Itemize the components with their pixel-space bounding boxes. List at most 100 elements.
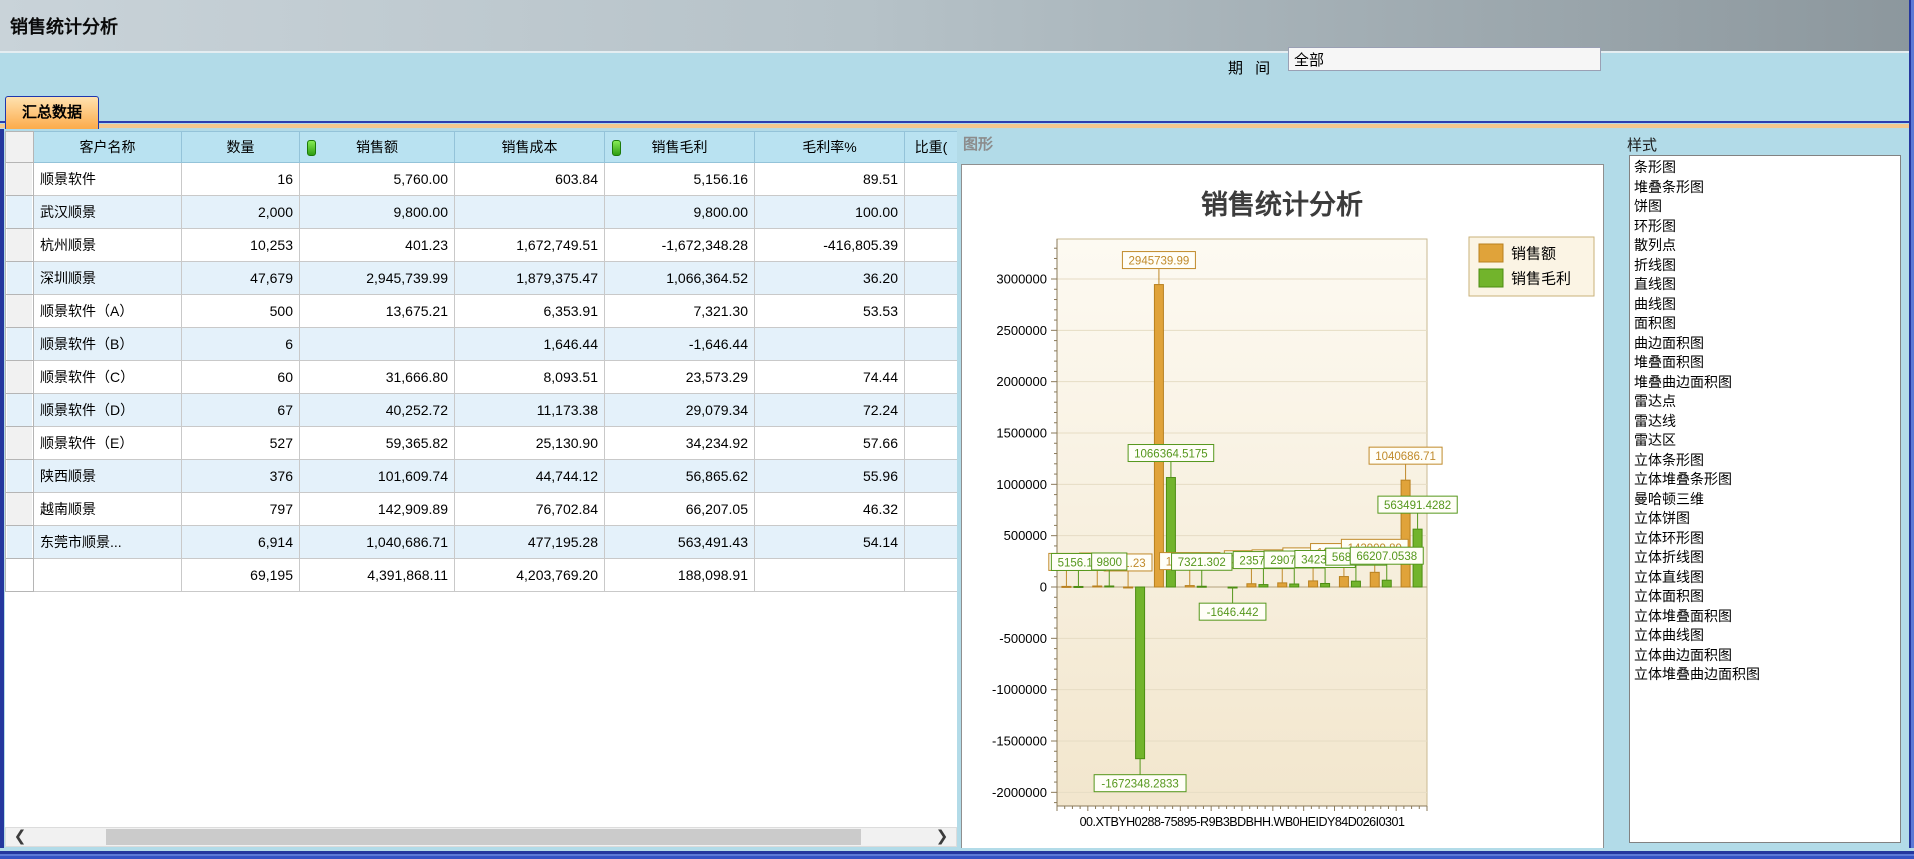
cell-profit: -1,672,348.28 [605,229,755,262]
table-row[interactable]: 杭州顺景10,253401.231,672,749.51-1,672,348.2… [6,229,958,262]
style-option-23[interactable]: 立体堆叠面积图 [1634,607,1900,627]
style-option-25[interactable]: 立体曲边面积图 [1634,646,1900,666]
cell-profit: 9,800.00 [605,196,755,229]
cell-profit: 23,573.29 [605,361,755,394]
column-header-0[interactable]: 客户名称 [34,132,182,163]
cell-margin: 57.66 [755,427,905,460]
style-option-15[interactable]: 立体条形图 [1634,451,1900,471]
scroll-left-button[interactable]: ❮ [8,828,32,846]
cell-margin [755,328,905,361]
row-header[interactable] [6,196,34,229]
style-option-24[interactable]: 立体曲线图 [1634,626,1900,646]
style-option-2[interactable]: 饼图 [1634,197,1900,217]
table-row[interactable]: 顺景软件（B）61,646.44-1,646.44 [6,328,958,361]
bar-销售额-1 [1093,586,1102,587]
style-option-1[interactable]: 堆叠条形图 [1634,178,1900,198]
table-row[interactable]: 顺景软件（D）6740,252.7211,173.3829,079.3472.2… [6,394,958,427]
style-option-16[interactable]: 立体堆叠条形图 [1634,470,1900,490]
cell-qty: 16 [182,163,300,196]
style-option-20[interactable]: 立体折线图 [1634,548,1900,568]
svg-text:-2000000: -2000000 [992,785,1047,800]
cell-qty: 47,679 [182,262,300,295]
table-row[interactable]: 武汉顺景2,0009,800.009,800.00100.00 [6,196,958,229]
svg-text:7321.302: 7321.302 [1178,557,1226,569]
table-row[interactable]: 顺景软件（A）50013,675.216,353.917,321.3053.53 [6,295,958,328]
style-option-12[interactable]: 雷达点 [1634,392,1900,412]
table-row[interactable]: 越南顺景797142,909.8976,702.8466,207.0546.32 [6,493,958,526]
legend-swatch-销售额 [1479,244,1503,262]
style-option-14[interactable]: 雷达区 [1634,431,1900,451]
column-header-6[interactable]: 比重( [905,132,958,163]
style-option-10[interactable]: 堆叠面积图 [1634,353,1900,373]
style-option-11[interactable]: 堆叠曲边面积图 [1634,373,1900,393]
style-option-0[interactable]: 条形图 [1634,158,1900,178]
cell-margin: 72.24 [755,394,905,427]
bar-销售毛利-6 [1259,585,1268,587]
row-header[interactable] [6,229,34,262]
style-option-17[interactable]: 曼哈顿三维 [1634,490,1900,510]
table-row[interactable]: 顺景软件（C）6031,666.808,093.5123,573.2974.44 [6,361,958,394]
row-header[interactable] [6,427,34,460]
row-header[interactable] [6,295,34,328]
scroll-right-button[interactable]: ❯ [930,828,954,846]
column-header-4[interactable]: 销售毛利 [605,132,755,163]
style-option-13[interactable]: 雷达线 [1634,412,1900,432]
row-header[interactable] [6,460,34,493]
row-header[interactable] [6,361,34,394]
style-option-4[interactable]: 散列点 [1634,236,1900,256]
style-option-9[interactable]: 曲边面积图 [1634,334,1900,354]
style-option-26[interactable]: 立体堆叠曲边面积图 [1634,665,1900,685]
column-header-5[interactable]: 毛利率% [755,132,905,163]
cell-profit: 34,234.92 [605,427,755,460]
style-option-18[interactable]: 立体饼图 [1634,509,1900,529]
cell-margin: 55.96 [755,460,905,493]
row-header[interactable] [6,493,34,526]
table-row[interactable]: 顺景软件165,760.00603.845,156.1689.51 [6,163,958,196]
style-option-3[interactable]: 环形图 [1634,217,1900,237]
column-header-1[interactable]: 数量 [182,132,300,163]
table-row[interactable]: 深圳顺景47,6792,945,739.991,879,375.471,066,… [6,262,958,295]
chart-style-listbox[interactable]: 条形图堆叠条形图饼图环形图散列点折线图直线图曲线图面积图曲边面积图堆叠面积图堆叠… [1629,155,1901,843]
period-input[interactable] [1288,47,1601,71]
bar-销售额-7 [1278,583,1287,587]
cell-ratio [905,328,958,361]
style-option-7[interactable]: 曲线图 [1634,295,1900,315]
style-option-6[interactable]: 直线图 [1634,275,1900,295]
table-row[interactable]: 陕西顺景376101,609.7444,744.1256,865.6255.96 [6,460,958,493]
row-header[interactable] [6,163,34,196]
row-header[interactable] [6,559,34,592]
scrollbar-thumb[interactable] [106,829,861,845]
style-option-5[interactable]: 折线图 [1634,256,1900,276]
row-header[interactable] [6,526,34,559]
cell-sales: 101,609.74 [300,460,455,493]
column-header-2[interactable]: 销售额 [300,132,455,163]
svg-text:500000: 500000 [1004,528,1047,543]
row-header[interactable] [6,262,34,295]
row-header[interactable] [6,328,34,361]
summary-table-panel: 客户名称数量销售额销售成本销售毛利毛利率%比重( 顺景软件165,760.006… [5,131,957,827]
style-option-19[interactable]: 立体环形图 [1634,529,1900,549]
cell-cost: 4,203,769.20 [455,559,605,592]
bar-销售毛利-8 [1321,583,1330,587]
cell-ratio [905,163,958,196]
window-bottom-border [0,848,1914,859]
cell-ratio [905,196,958,229]
svg-text:销售统计分析: 销售统计分析 [1201,189,1363,220]
window-right-border [1909,0,1914,859]
cell-ratio [905,526,958,559]
horizontal-scrollbar[interactable]: ❮ ❯ [5,827,957,847]
cell-ratio [905,427,958,460]
style-option-8[interactable]: 面积图 [1634,314,1900,334]
cell-ratio [905,262,958,295]
tab-summary-data[interactable]: 汇总数据 [5,96,99,129]
table-total-row[interactable]: 69,1954,391,868.114,203,769.20188,098.91 [6,559,958,592]
row-header[interactable] [6,394,34,427]
style-option-21[interactable]: 立体直线图 [1634,568,1900,588]
table-row[interactable]: 顺景软件（E）52759,365.8225,130.9034,234.9257.… [6,427,958,460]
style-option-22[interactable]: 立体面积图 [1634,587,1900,607]
period-label: 期 间 [1228,57,1274,78]
column-header-3[interactable]: 销售成本 [455,132,605,163]
cell-cost: 1,646.44 [455,328,605,361]
table-row[interactable]: 东莞市顺景...6,9141,040,686.71477,195.28563,4… [6,526,958,559]
svg-text:00.XTBYH0288-75895-R9B3BDBHH.W: 00.XTBYH0288-75895-R9B3BDBHH.WB0HEIDY84D… [1080,815,1405,829]
